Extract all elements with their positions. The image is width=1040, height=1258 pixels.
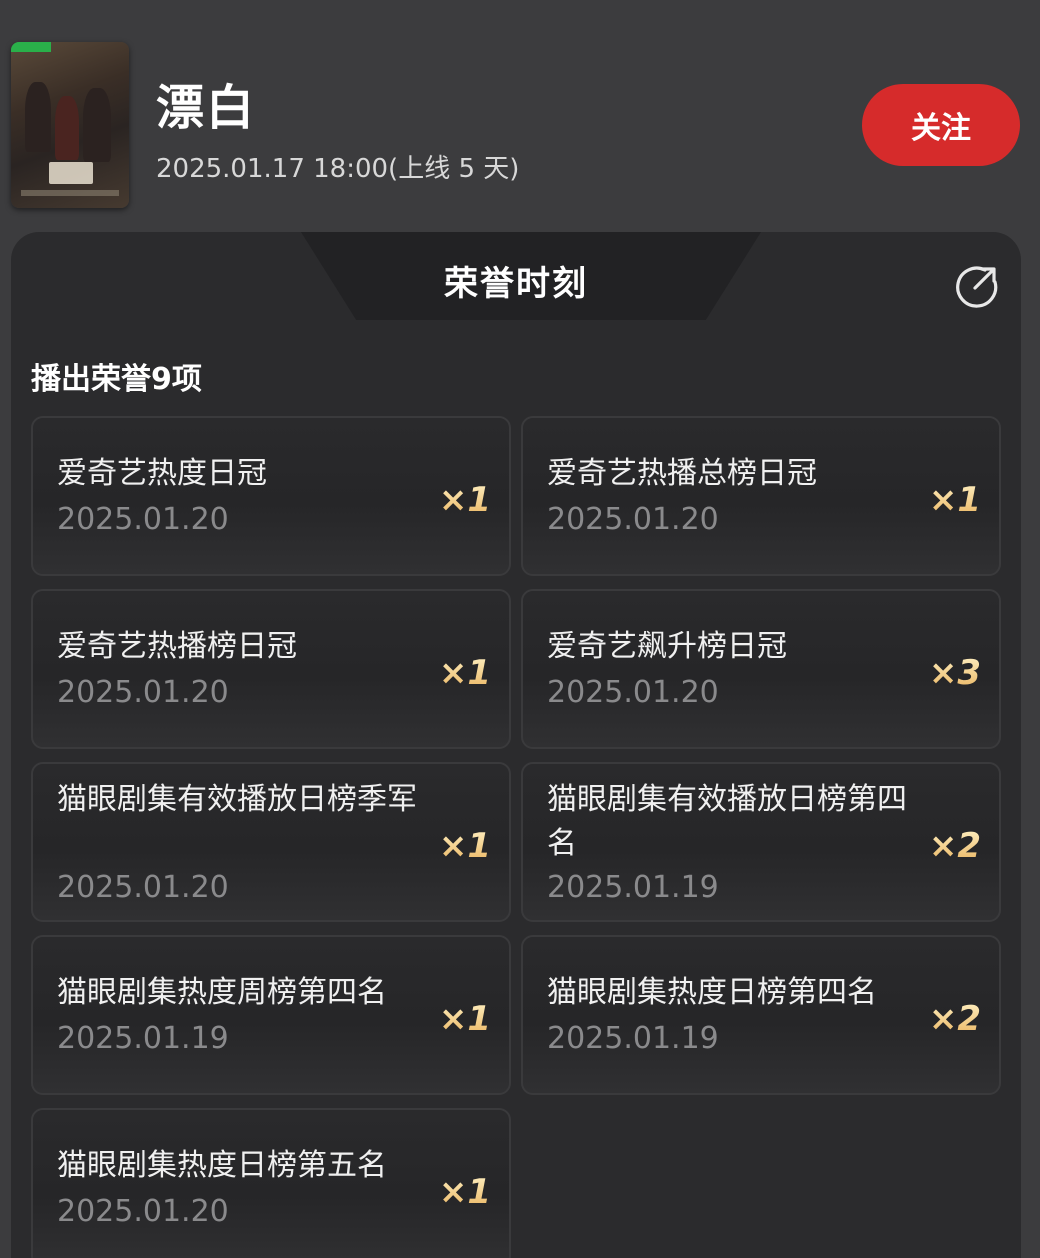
honor-date: 2025.01.19 (57, 1021, 229, 1056)
honor-card[interactable]: 爱奇艺飙升榜日冠 2025.01.20 ×3 (521, 589, 1001, 749)
poster-title-mark (49, 162, 93, 184)
honor-card[interactable]: 猫眼剧集热度日榜第四名 2025.01.19 ×2 (521, 935, 1001, 1095)
honor-card[interactable]: 爱奇艺热度日冠 2025.01.20 ×1 (31, 416, 511, 576)
honor-count: ×1 (438, 480, 491, 520)
poster-image[interactable] (11, 42, 129, 208)
show-title: 漂白 (156, 80, 257, 136)
show-header: 漂白 2025.01.17 18:00(上线 5 天) 关注 (0, 0, 1040, 232)
honor-name: 猫眼剧集有效播放日榜季军 (57, 782, 417, 817)
section-label: 播出荣誉9项 (31, 362, 202, 397)
honor-count: ×2 (928, 826, 981, 866)
honor-count: ×2 (928, 999, 981, 1039)
honor-card[interactable]: 猫眼剧集有效播放日榜第四名 2025.01.19 ×2 (521, 762, 1001, 922)
honor-name: 爱奇艺热播榜日冠 (57, 629, 297, 664)
honor-name: 猫眼剧集有效播放日榜第四名 (547, 782, 907, 861)
honor-card[interactable]: 猫眼剧集热度日榜第五名 2025.01.20 ×1 (31, 1108, 511, 1258)
poster-credits (21, 190, 119, 196)
honor-date: 2025.01.20 (547, 502, 719, 537)
honor-name: 猫眼剧集热度日榜第五名 (57, 1148, 387, 1183)
panel-title: 荣誉时刻 (444, 264, 588, 304)
honor-date: 2025.01.20 (57, 675, 229, 710)
honor-card[interactable]: 爱奇艺热播总榜日冠 2025.01.20 ×1 (521, 416, 1001, 576)
honor-name: 爱奇艺飙升榜日冠 (547, 629, 787, 664)
honor-card[interactable]: 爱奇艺热播榜日冠 2025.01.20 ×1 (31, 589, 511, 749)
honor-name: 爱奇艺热度日冠 (57, 456, 267, 491)
poster-figure (55, 96, 79, 160)
honor-name: 猫眼剧集热度日榜第四名 (547, 975, 877, 1010)
honor-count: ×1 (438, 653, 491, 693)
honor-card[interactable]: 猫眼剧集有效播放日榜季军 2025.01.20 ×1 (31, 762, 511, 922)
honor-date: 2025.01.20 (57, 502, 229, 537)
honor-date: 2025.01.19 (547, 1021, 719, 1056)
honor-count: ×1 (438, 826, 491, 866)
poster-figure (83, 88, 111, 162)
honor-name: 猫眼剧集热度周榜第四名 (57, 975, 387, 1010)
honor-date: 2025.01.20 (57, 870, 229, 905)
poster-badge (11, 42, 51, 52)
show-release-date: 2025.01.17 18:00(上线 5 天) (156, 154, 520, 184)
honor-date: 2025.01.20 (57, 1194, 229, 1229)
honor-name: 爱奇艺热播总榜日冠 (547, 456, 817, 491)
honor-date: 2025.01.20 (547, 675, 719, 710)
share-icon[interactable] (955, 264, 999, 308)
poster-figure (25, 82, 51, 152)
honor-date: 2025.01.19 (547, 870, 719, 905)
follow-button[interactable]: 关注 (862, 84, 1020, 166)
honor-panel: 荣誉时刻 播出荣誉9项 爱奇艺热度日冠 2025.01.20 ×1 爱奇艺热播总… (11, 232, 1021, 1258)
honor-card[interactable]: 猫眼剧集热度周榜第四名 2025.01.19 ×1 (31, 935, 511, 1095)
honor-count: ×1 (438, 1172, 491, 1212)
honor-count: ×3 (928, 653, 981, 693)
honor-count: ×1 (928, 480, 981, 520)
honor-count: ×1 (438, 999, 491, 1039)
